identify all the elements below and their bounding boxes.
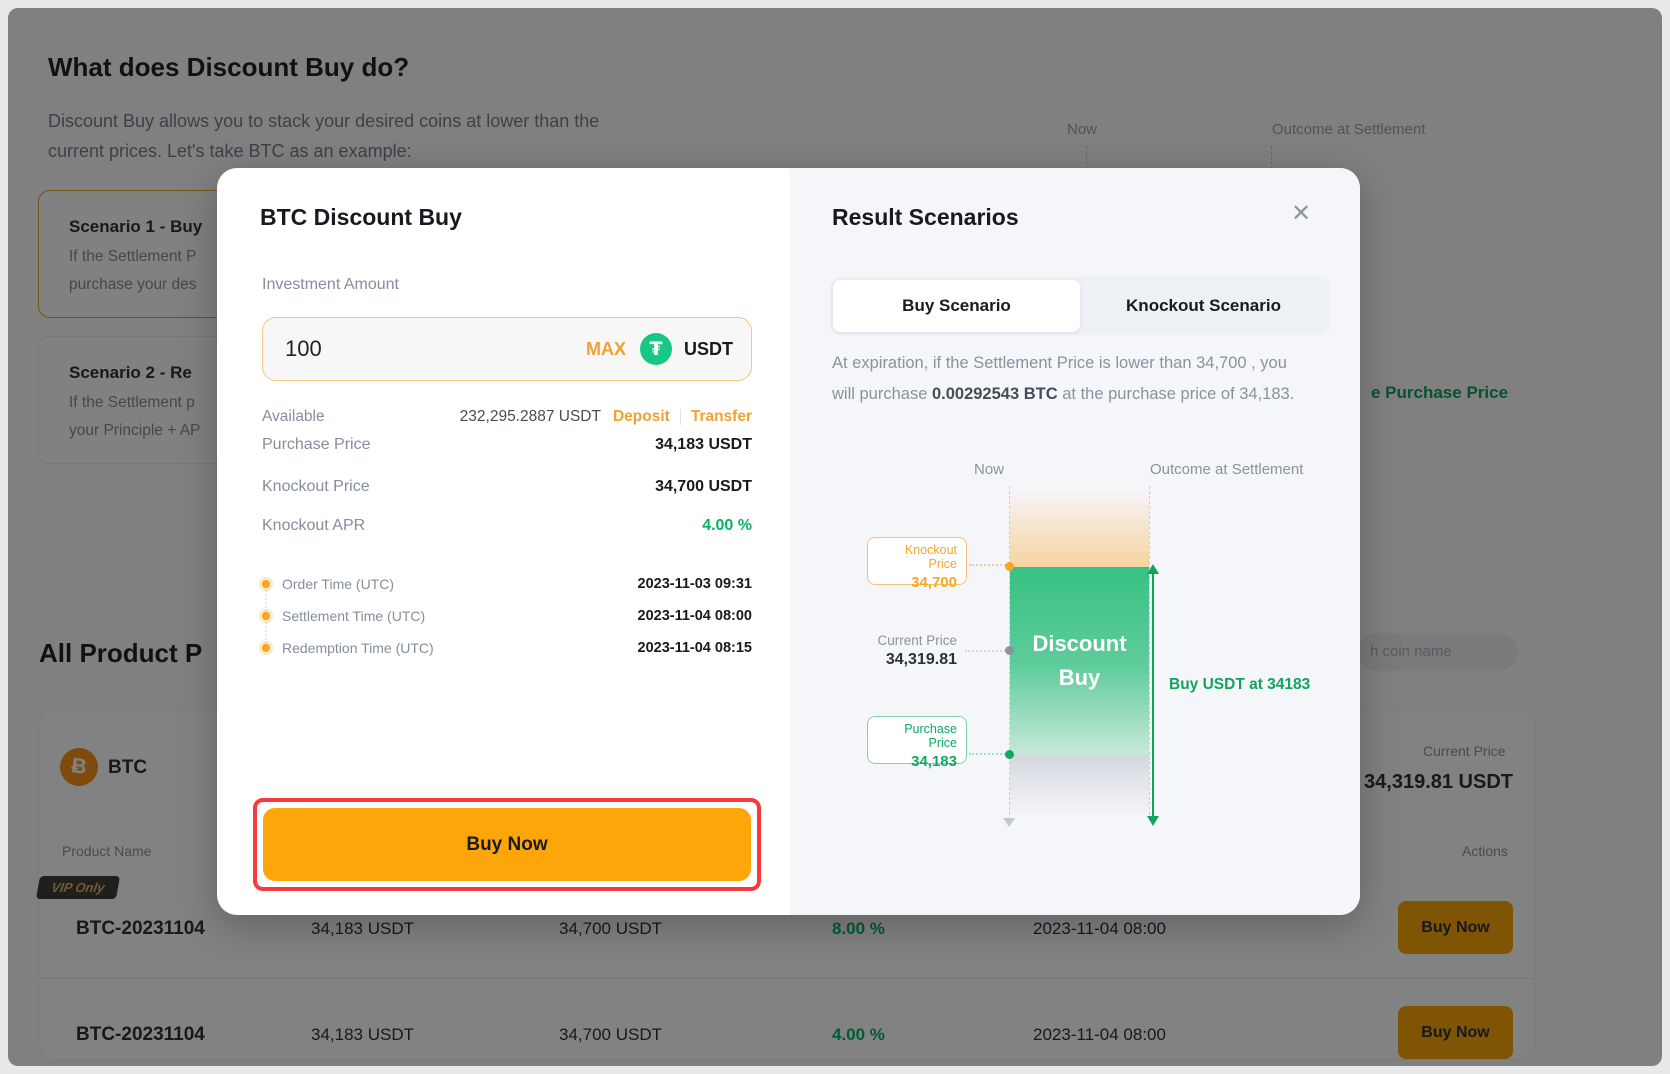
available-value: 232,295.2887 USDT [460, 408, 601, 426]
order-time-label: Order Time (UTC) [282, 576, 638, 592]
order-time-value: 2023-11-03 09:31 [638, 576, 753, 592]
discount-buy-zone: Discount Buy [1010, 567, 1149, 755]
purchase-tag-value: 34,183 [877, 753, 957, 770]
close-icon[interactable]: ✕ [1285, 198, 1317, 230]
purchase-leader-line [969, 753, 1006, 755]
tether-icon: ₮ [640, 333, 672, 365]
knockout-apr-row: Knockout APR 4.00 % [262, 517, 752, 535]
investment-amount-field[interactable]: 100 MAX ₮ USDT [262, 317, 752, 381]
settlement-time-value: 2023-11-04 08:00 [638, 608, 753, 624]
diagram-axis-arrowhead [1003, 818, 1015, 827]
current-price-dot [1005, 646, 1014, 655]
redemption-time-value: 2023-11-04 08:15 [638, 640, 753, 656]
buy-now-button[interactable]: Buy Now [263, 808, 751, 881]
timeline-dot [262, 612, 270, 620]
knockout-price-label: Knockout Price [262, 478, 370, 496]
knockout-apr-label: Knockout APR [262, 517, 365, 535]
result-scenarios-title: Result Scenarios [832, 204, 1019, 231]
purchase-price-label: Purchase Price [262, 436, 371, 454]
amount-input[interactable]: 100 [285, 336, 586, 362]
modal-title: BTC Discount Buy [260, 204, 462, 231]
scenario-description: At expiration, if the Settlement Price i… [832, 348, 1306, 410]
buy-usdt-label: Buy USDT at 34183 [1169, 676, 1310, 694]
settlement-time-label: Settlement Time (UTC) [282, 608, 638, 624]
diagram-dashed-line-outcome [1149, 486, 1150, 820]
below-purchase-gradient [1010, 755, 1149, 817]
range-arrow-down [1147, 816, 1159, 826]
desc-btc-amount: 0.00292543 BTC [932, 385, 1058, 403]
diagram-current-price-label: Current Price [817, 633, 957, 648]
tab-buy-scenario[interactable]: Buy Scenario [833, 280, 1080, 332]
knockout-tag-label: Knockout Price [877, 543, 957, 571]
deposit-link[interactable]: Deposit [613, 408, 670, 426]
redemption-time-label: Redemption Time (UTC) [282, 640, 638, 656]
knockout-price-tag: Knockout Price 34,700 [867, 537, 967, 585]
range-arrow-line [1152, 572, 1154, 818]
purchase-price-tag: Purchase Price 34,183 [867, 716, 967, 764]
knockout-zone-gradient [1010, 488, 1149, 567]
knockout-price-row: Knockout Price 34,700 USDT [262, 478, 752, 496]
knockout-apr-value: 4.00 % [702, 517, 752, 535]
discount-buy-modal: BTC Discount Buy Investment Amount 100 M… [217, 168, 1360, 915]
link-separator [680, 409, 681, 425]
investment-amount-label: Investment Amount [262, 276, 399, 294]
transfer-link[interactable]: Transfer [691, 408, 752, 426]
currency-label: USDT [684, 339, 733, 360]
redemption-time-row: Redemption Time (UTC) 2023-11-04 08:15 [262, 640, 752, 656]
diagram-outcome-label: Outcome at Settlement [1150, 461, 1303, 478]
purchase-dot [1005, 750, 1014, 759]
available-row: Available 232,295.2887 USDT Deposit Tran… [262, 408, 752, 426]
current-leader-line [965, 650, 1006, 652]
timeline-dot [262, 580, 270, 588]
order-time-row: Order Time (UTC) 2023-11-03 09:31 [262, 576, 752, 592]
max-button[interactable]: MAX [586, 339, 626, 360]
diagram-now-label: Now [974, 461, 1004, 478]
screenshot-frame: What does Discount Buy do? Discount Buy … [0, 0, 1670, 1074]
timeline-dot [262, 644, 270, 652]
purchase-price-row: Purchase Price 34,183 USDT [262, 436, 752, 454]
range-arrow-up [1147, 564, 1159, 574]
purchase-tag-label: Purchase Price [877, 722, 957, 750]
knockout-tag-value: 34,700 [877, 574, 957, 591]
page: What does Discount Buy do? Discount Buy … [8, 8, 1662, 1066]
diagram-current-price-value: 34,319.81 [817, 651, 957, 669]
buy-now-highlight-box: Buy Now [253, 798, 761, 891]
knockout-leader-line [969, 564, 1006, 566]
knockout-dot [1005, 562, 1014, 571]
knockout-price-value: 34,700 USDT [655, 478, 752, 496]
desc-part-2: at the purchase price of 34,183. [1058, 385, 1295, 403]
scenario-tabs: Buy Scenario Knockout Scenario [830, 277, 1330, 335]
zone-label-line-2: Buy [1059, 661, 1101, 695]
settlement-time-row: Settlement Time (UTC) 2023-11-04 08:00 [262, 608, 752, 624]
zone-label-line-1: Discount [1032, 627, 1126, 661]
available-label: Available [262, 408, 460, 426]
current-price-cluster: Current Price 34,319.81 [817, 633, 957, 669]
tab-knockout-scenario[interactable]: Knockout Scenario [1080, 280, 1327, 332]
purchase-price-value: 34,183 USDT [655, 436, 752, 454]
